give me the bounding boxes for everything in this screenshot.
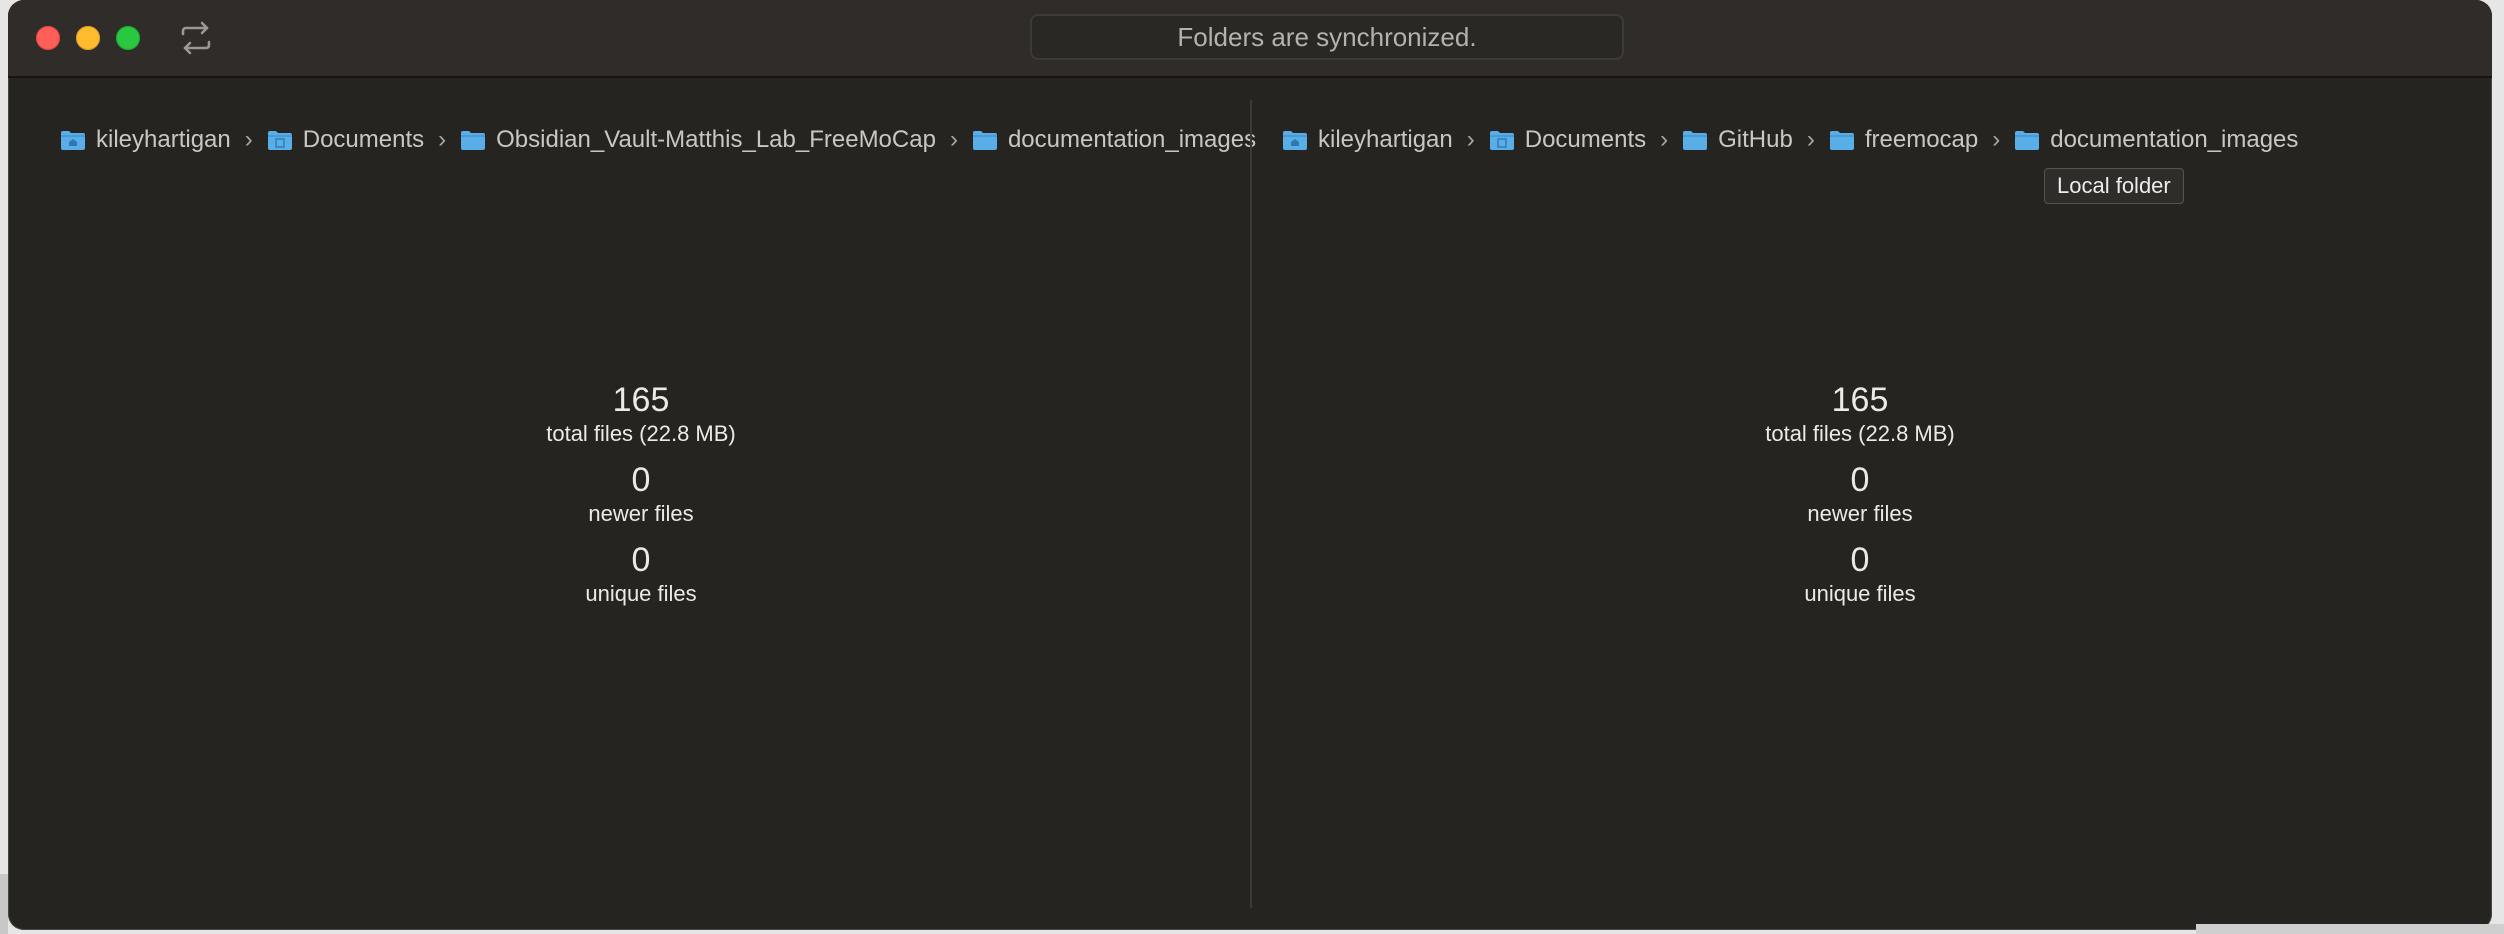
right-stats: 165 total files (22.8 MB) 0 newer files …	[1660, 380, 2060, 620]
unique-files-label: unique files	[585, 581, 697, 606]
breadcrumb-label: documentation_images	[2050, 126, 2299, 153]
minimize-window-button[interactable]	[76, 26, 100, 50]
breadcrumb-label: kileyhartigan	[1318, 126, 1453, 153]
chevron-right-icon: ›	[1806, 126, 1815, 153]
desktop-edge	[2492, 0, 2504, 934]
documents-folder-icon	[1489, 131, 1514, 150]
chevron-right-icon: ›	[1466, 126, 1475, 153]
local-folder-tooltip: Local folder	[2044, 168, 2184, 204]
desktop-edge-bottom	[2196, 924, 2504, 934]
right-breadcrumb: kileyhartigan › Documents › GitHub › fre…	[1282, 120, 2298, 160]
left-crumb-home[interactable]: kileyhartigan	[60, 126, 231, 154]
left-stats: 165 total files (22.8 MB) 0 newer files …	[441, 380, 841, 620]
total-files-label: total files (22.8 MB)	[546, 421, 736, 446]
close-window-button[interactable]	[36, 26, 60, 50]
left-crumb-documentation-images[interactable]: documentation_images	[972, 126, 1256, 154]
folder-icon	[461, 131, 486, 150]
right-folder-pane: kileyhartigan › Documents › GitHub › fre…	[1252, 78, 2492, 930]
folder-icon	[972, 131, 997, 150]
unique-files-count: 0	[631, 541, 651, 579]
sync-arrows-icon[interactable]	[176, 18, 216, 58]
newer-files-label: newer files	[588, 501, 694, 526]
breadcrumb-label: freemocap	[1864, 126, 1979, 153]
breadcrumb-label: GitHub	[1718, 126, 1793, 153]
chevron-right-icon: ›	[1992, 126, 2001, 153]
app-window: Folders are synchronized. kileyhartigan …	[8, 0, 2492, 930]
documents-folder-icon	[267, 131, 292, 150]
breadcrumb-label: Documents	[302, 126, 425, 153]
chevron-right-icon: ›	[949, 126, 958, 153]
breadcrumb-label: documentation_images	[1007, 126, 1257, 153]
folder-icon	[2015, 131, 2040, 150]
newer-files-count: 0	[1850, 461, 1870, 499]
unique-files-count: 0	[1850, 541, 1870, 579]
breadcrumb-label: kileyhartigan	[96, 126, 231, 153]
chevron-right-icon: ›	[1660, 126, 1669, 153]
chevron-right-icon: ›	[438, 126, 447, 153]
folder-icon	[1829, 131, 1854, 150]
left-crumb-vault[interactable]: Obsidian_Vault-Matthis_Lab_FreeMoCap	[460, 126, 936, 154]
maximize-window-button[interactable]	[116, 26, 140, 50]
total-files-count: 165	[1831, 381, 1889, 419]
desktop-edge-left	[0, 874, 8, 934]
breadcrumb-label: Documents	[1524, 126, 1647, 153]
folder-icon	[1683, 131, 1708, 150]
total-files-count: 165	[612, 381, 670, 419]
right-crumb-freemocap[interactable]: freemocap	[1829, 126, 1978, 154]
unique-files-label: unique files	[1804, 581, 1916, 606]
sync-status: Folders are synchronized.	[1030, 14, 1624, 60]
right-crumb-github[interactable]: GitHub	[1682, 126, 1793, 154]
titlebar: Folders are synchronized.	[8, 0, 2492, 78]
right-crumb-documents[interactable]: Documents	[1489, 126, 1646, 154]
left-breadcrumb: kileyhartigan › Documents › Obsidian_Vau…	[60, 120, 1256, 160]
newer-files-count: 0	[631, 461, 651, 499]
chevron-right-icon: ›	[244, 126, 253, 153]
breadcrumb-label: Obsidian_Vault-Matthis_Lab_FreeMoCap	[496, 126, 936, 153]
home-folder-icon	[61, 131, 85, 150]
total-files-label: total files (22.8 MB)	[1765, 421, 1955, 446]
left-crumb-documents[interactable]: Documents	[267, 126, 424, 154]
right-crumb-home[interactable]: kileyhartigan	[1282, 126, 1453, 154]
right-crumb-documentation-images[interactable]: documentation_images	[2014, 126, 2298, 154]
newer-files-label: newer files	[1807, 501, 1913, 526]
home-folder-icon	[1283, 131, 1307, 150]
left-folder-pane: kileyhartigan › Documents › Obsidian_Vau…	[8, 78, 1256, 930]
